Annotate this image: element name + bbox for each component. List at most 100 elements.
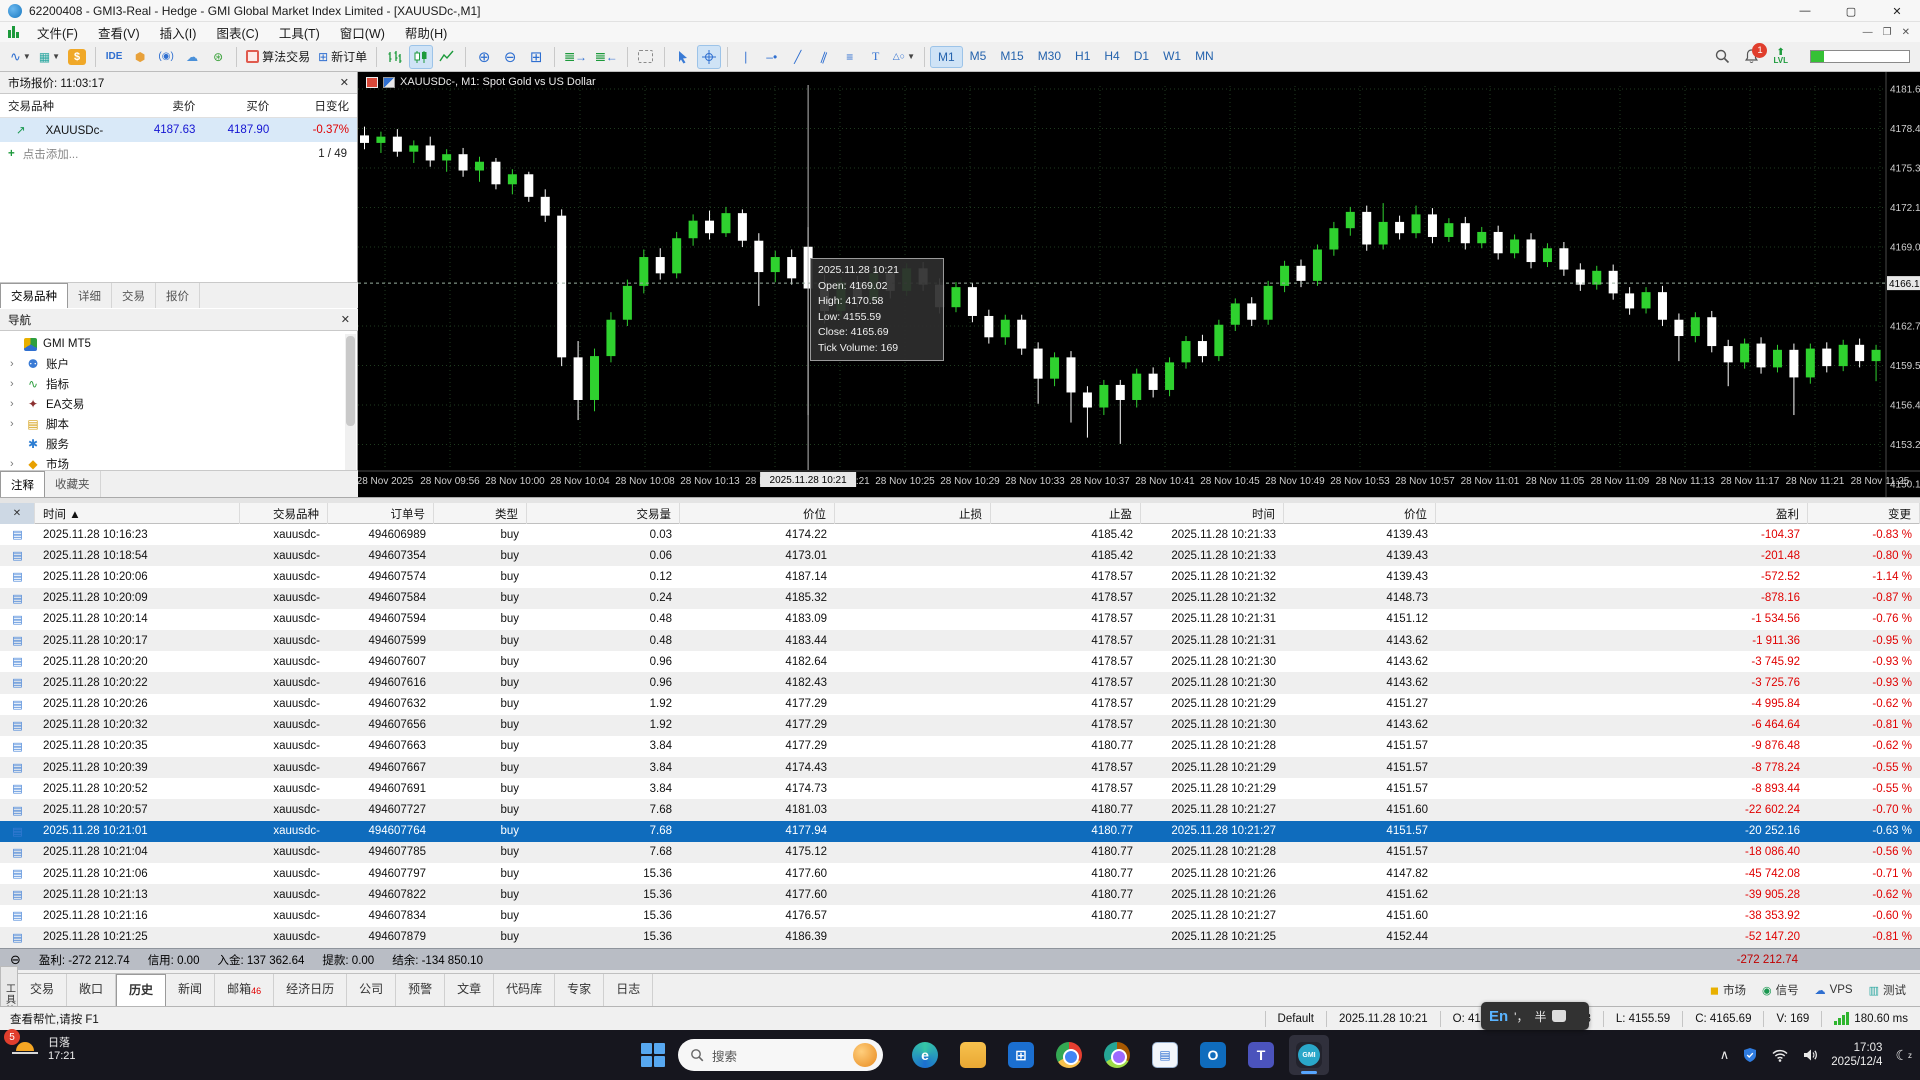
crosshair-tool-button[interactable] xyxy=(697,45,721,69)
history-row[interactable]: ▤2025.11.28 10:20:39xauusdc-494607667buy… xyxy=(0,757,1920,778)
bar-chart-button[interactable] xyxy=(383,45,407,69)
timeframe-M15[interactable]: M15 xyxy=(993,46,1030,68)
toolbox-close-icon[interactable]: ✕ xyxy=(0,503,35,524)
navigator-item-指标[interactable]: ›∿指标 xyxy=(0,374,358,394)
tab-交易[interactable]: 交易 xyxy=(112,283,156,308)
menu-item-窗口(W)[interactable]: 窗口(W) xyxy=(330,21,395,44)
toolbox-tab-经济日历[interactable]: 经济日历 xyxy=(274,974,347,1006)
history-col-1-交易品种[interactable]: 交易品种 xyxy=(240,503,328,524)
channel-tool[interactable]: ∥ xyxy=(812,45,836,69)
toolbox-tab-代码库[interactable]: 代码库 xyxy=(494,974,555,1006)
history-col-11-变更[interactable]: 变更 xyxy=(1808,503,1920,524)
tray-chevron-icon[interactable]: ∧ xyxy=(1720,1047,1730,1063)
child-restore-button[interactable]: ❐ xyxy=(1883,27,1892,38)
history-col-5-价位[interactable]: 价位 xyxy=(680,503,835,524)
toolbox-tab-新闻[interactable]: 新闻 xyxy=(166,974,215,1006)
history-row[interactable]: ▤2025.11.28 10:20:52xauusdc-494607691buy… xyxy=(0,778,1920,799)
tab-交易品种[interactable]: 交易品种 xyxy=(0,283,68,308)
text-tool[interactable]: T xyxy=(864,45,888,69)
security-shield-icon[interactable] xyxy=(1742,1047,1758,1063)
timeframe-MN[interactable]: MN xyxy=(1188,46,1221,68)
lvl-upgrade-icon[interactable]: ⬆LVL xyxy=(1773,49,1788,65)
toolbox-tab-专家[interactable]: 专家 xyxy=(555,974,604,1006)
toolbox-tab-文章[interactable]: 文章 xyxy=(445,974,494,1006)
toolbox-tab-公司[interactable]: 公司 xyxy=(347,974,396,1006)
navigator-item-脚本[interactable]: ›▤脚本 xyxy=(0,414,358,434)
market-watch-add-row[interactable]: + 点击添加... 1 / 49 xyxy=(0,142,357,166)
menu-item-帮助(H)[interactable]: 帮助(H) xyxy=(395,21,457,44)
history-col-7-止盈[interactable]: 止盈 xyxy=(991,503,1141,524)
candlestick-chart-button[interactable] xyxy=(409,45,433,69)
timeframe-H1[interactable]: H1 xyxy=(1068,46,1097,68)
cloud-icon[interactable]: ☁ xyxy=(180,45,204,69)
market-watch-close-icon[interactable]: ✕ xyxy=(340,76,349,89)
history-col-10-盈利[interactable]: 盈利 xyxy=(1436,503,1808,524)
history-row[interactable]: ▤2025.11.28 10:20:09xauusdc-494607584buy… xyxy=(0,588,1920,609)
line-chart-button[interactable] xyxy=(435,45,459,69)
history-col-9-价位[interactable]: 价位 xyxy=(1284,503,1436,524)
ime-status-popup[interactable]: En '， 半 xyxy=(1481,1002,1589,1030)
fibonacci-tool[interactable]: ≡ xyxy=(838,45,862,69)
timeframe-D1[interactable]: D1 xyxy=(1127,46,1156,68)
cursor-tool-button[interactable] xyxy=(671,45,695,69)
navigator-item-EA交易[interactable]: ›✦EA交易 xyxy=(0,394,358,414)
zoom-out-button[interactable]: ⊖ xyxy=(498,45,522,69)
shortcut-VPS[interactable]: ☁VPS xyxy=(1815,984,1853,997)
taskbar-app-mt5[interactable]: GMI xyxy=(1289,1035,1329,1075)
shortcut-测试[interactable]: ▥测试 xyxy=(1869,982,1906,998)
history-row[interactable]: ▤2025.11.28 10:20:26xauusdc-494607632buy… xyxy=(0,694,1920,715)
shortcut-市场[interactable]: ◼市场 xyxy=(1710,982,1746,998)
shortcut-信号[interactable]: ◉信号 xyxy=(1762,982,1799,998)
taskbar-clock[interactable]: 17:03 2025/12/4 xyxy=(1831,1041,1882,1069)
tab-详细[interactable]: 详细 xyxy=(68,283,112,308)
col-bid[interactable]: 卖价 xyxy=(126,98,204,114)
menu-item-文件(F)[interactable]: 文件(F) xyxy=(27,21,88,44)
maximize-button[interactable]: ▢ xyxy=(1828,0,1874,22)
history-row[interactable]: ▤2025.11.28 10:20:20xauusdc-494607607buy… xyxy=(0,651,1920,672)
zoom-in-button[interactable]: ⊕ xyxy=(472,45,496,69)
horizontal-line-tool[interactable]: ‒• xyxy=(760,45,784,69)
taskbar-app-folder[interactable] xyxy=(953,1035,993,1075)
toolbox-tab-日志[interactable]: 日志 xyxy=(604,974,653,1006)
history-col-3-类型[interactable]: 类型 xyxy=(434,503,527,524)
history-col-6-止损[interactable]: 止损 xyxy=(835,503,991,524)
minimize-button[interactable]: — xyxy=(1782,0,1828,22)
toolbox-tab-邮箱[interactable]: 邮箱46 xyxy=(215,974,274,1006)
navigator-scrollbar[interactable] xyxy=(345,334,356,490)
history-col-2-订单号[interactable]: 订单号 xyxy=(328,503,434,524)
history-row[interactable]: ▤2025.11.28 10:21:06xauusdc-494607797buy… xyxy=(0,863,1920,884)
history-row[interactable]: ▤2025.11.28 10:20:14xauusdc-494607594buy… xyxy=(0,609,1920,630)
col-daily-change[interactable]: 日变化 xyxy=(277,98,357,114)
close-button[interactable]: ✕ xyxy=(1874,0,1920,22)
new-order-button[interactable]: ⊞新订单 xyxy=(315,45,370,69)
depth-of-market-icon[interactable] xyxy=(366,77,378,88)
shift-end-button[interactable]: 𝌆→ xyxy=(561,45,590,69)
focus-assist-icon[interactable]: ☾z xyxy=(1895,1047,1912,1064)
trendline-tool[interactable]: ╱ xyxy=(786,45,810,69)
expander-icon[interactable]: › xyxy=(10,418,24,430)
chart-profile-dropdown[interactable]: ▦▼ xyxy=(36,45,63,69)
tab-报价[interactable]: 报价 xyxy=(156,283,200,308)
navigator-item-服务[interactable]: ✱服务 xyxy=(0,434,358,454)
expander-icon[interactable]: › xyxy=(10,458,24,470)
history-row[interactable]: ▤2025.11.28 10:20:06xauusdc-494607574buy… xyxy=(0,566,1920,587)
chart-panel[interactable]: XAUUSDc-, M1: Spot Gold vs US Dollar 418… xyxy=(358,72,1920,497)
volume-icon[interactable] xyxy=(1802,1048,1818,1062)
history-col-0-时间[interactable]: 时间 ▲ xyxy=(35,503,240,524)
tab-收藏夹[interactable]: 收藏夹 xyxy=(45,471,101,497)
search-icon[interactable] xyxy=(1715,49,1730,64)
toolbox-tab-敞口[interactable]: 敞口 xyxy=(67,974,116,1006)
child-close-button[interactable]: ✕ xyxy=(1902,27,1910,38)
history-row[interactable]: ▤2025.11.28 10:20:17xauusdc-494607599buy… xyxy=(0,630,1920,651)
history-row[interactable]: ▤2025.11.28 10:21:13xauusdc-494607822buy… xyxy=(0,884,1920,905)
history-row[interactable]: ▤2025.11.28 10:21:25xauusdc-494607879buy… xyxy=(0,927,1920,948)
taskbar-search-box[interactable]: 搜索 xyxy=(678,1039,883,1071)
history-row[interactable]: ▤2025.11.28 10:18:54xauusdc-494607354buy… xyxy=(0,545,1920,566)
timeframe-M1[interactable]: M1 xyxy=(930,46,963,68)
taskbar-app-chrome-beta[interactable] xyxy=(1097,1035,1137,1075)
history-row[interactable]: ▤2025.11.28 10:21:04xauusdc-494607785buy… xyxy=(0,842,1920,863)
menu-item-插入(I)[interactable]: 插入(I) xyxy=(150,21,207,44)
navigator-close-icon[interactable]: ✕ xyxy=(341,313,350,326)
col-ask[interactable]: 买价 xyxy=(203,98,277,114)
expander-icon[interactable]: › xyxy=(10,378,24,390)
